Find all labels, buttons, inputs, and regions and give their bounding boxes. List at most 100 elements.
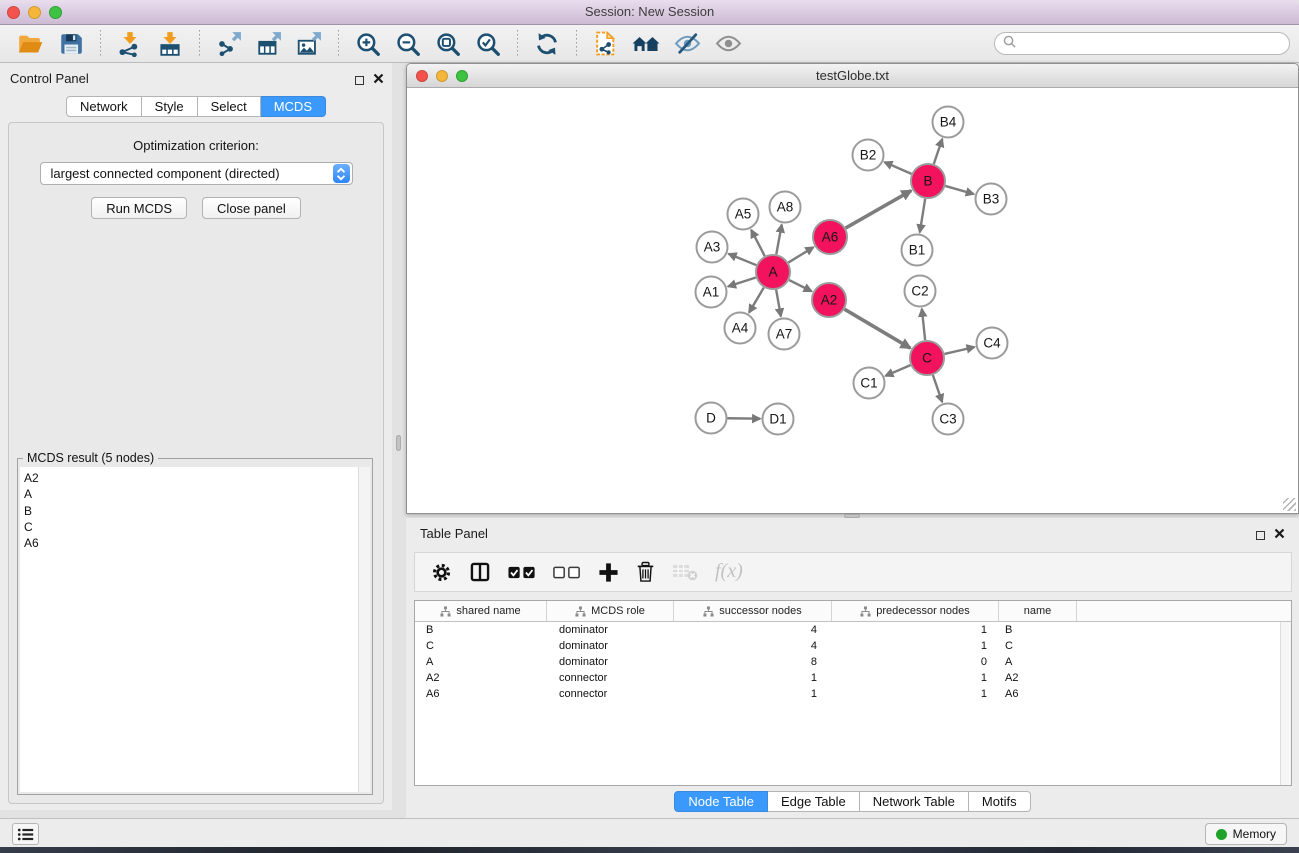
vertical-splitter[interactable]: [392, 63, 406, 818]
mcds-result-item[interactable]: A6: [24, 535, 358, 551]
unselect-all-columns-button[interactable]: [553, 565, 581, 580]
export-image-button[interactable]: [289, 29, 329, 59]
open-session-button[interactable]: [10, 30, 51, 58]
graph-edge-B-B1[interactable]: [920, 199, 925, 233]
graph-edge-A6-B[interactable]: [846, 191, 912, 228]
resize-grip-icon[interactable]: [1283, 498, 1296, 511]
apply-layout-button[interactable]: [527, 29, 567, 59]
search-field[interactable]: [994, 32, 1290, 55]
graph-node-D[interactable]: D: [696, 403, 727, 434]
criterion-select[interactable]: largest connected component (directed): [40, 162, 353, 185]
create-column-button[interactable]: [598, 562, 619, 583]
mcds-result-list[interactable]: A2ABCA6: [20, 467, 358, 792]
graph-node-A7[interactable]: A7: [769, 319, 800, 350]
zoom-in-button[interactable]: [348, 29, 388, 59]
graph-edge-B-B2[interactable]: [884, 162, 911, 174]
table-row[interactable]: A6connector11A6: [415, 686, 1291, 702]
graph-node-B3[interactable]: B3: [976, 184, 1007, 215]
select-all-columns-button[interactable]: [508, 565, 536, 580]
column-header-shared-name[interactable]: shared name: [415, 601, 547, 621]
graph-edge-C-C3[interactable]: [933, 375, 942, 402]
column-header-name[interactable]: name: [999, 601, 1077, 621]
network-window-titlebar[interactable]: testGlobe.txt: [407, 64, 1298, 88]
tab-style[interactable]: Style: [142, 96, 198, 117]
graph-node-C3[interactable]: C3: [933, 404, 964, 435]
tab-edge-table[interactable]: Edge Table: [768, 791, 860, 812]
table-row[interactable]: A2connector11A2: [415, 670, 1291, 686]
graph-edge-B-B4[interactable]: [934, 139, 943, 164]
float-table-panel-icon[interactable]: [1256, 531, 1265, 540]
graph-node-A5[interactable]: A5: [728, 199, 759, 230]
export-table-button[interactable]: [249, 29, 289, 59]
graph-node-A1[interactable]: A1: [696, 277, 727, 308]
graph-edge-A-A2[interactable]: [789, 280, 812, 291]
table-row[interactable]: Cdominator41C: [415, 638, 1291, 654]
graph-edge-C-C2[interactable]: [922, 309, 925, 340]
table-scrollbar[interactable]: [1280, 622, 1291, 785]
tab-node-table[interactable]: Node Table: [674, 791, 768, 812]
first-neighbors-button[interactable]: [625, 30, 667, 58]
close-panel-icon[interactable]: [373, 71, 384, 89]
graph-node-A3[interactable]: A3: [697, 232, 728, 263]
tab-motifs[interactable]: Motifs: [969, 791, 1031, 812]
network-canvas[interactable]: B4 B2 B B3 A8 A5 A6 A3 B1 A A1 C2 A2 A4 A7 C4 C C1 C3 D D1: [407, 89, 1298, 513]
graph-node-B1[interactable]: B1: [902, 235, 933, 266]
column-header-MCDS-role[interactable]: MCDS role: [547, 601, 674, 621]
show-column-panel-button[interactable]: [469, 561, 491, 583]
graph-edge-C-C4[interactable]: [945, 347, 975, 354]
graph-node-B[interactable]: B: [911, 164, 945, 198]
graph-node-A4[interactable]: A4: [725, 313, 756, 344]
function-builder-button[interactable]: f(x): [715, 571, 743, 573]
graph-node-A[interactable]: A: [756, 255, 790, 289]
tab-network[interactable]: Network: [66, 96, 142, 117]
result-scrollbar[interactable]: [358, 467, 370, 792]
close-panel-button[interactable]: Close panel: [202, 197, 301, 219]
mcds-result-item[interactable]: C: [24, 519, 358, 535]
new-network-from-selection-button[interactable]: [586, 28, 625, 59]
tab-mcds[interactable]: MCDS: [261, 96, 326, 117]
graph-node-A6[interactable]: A6: [813, 220, 847, 254]
app-titlebar[interactable]: Session: New Session: [0, 0, 1299, 25]
mcds-result-item[interactable]: A2: [24, 470, 358, 486]
graph-node-C[interactable]: C: [910, 341, 944, 375]
column-header-predecessor-nodes[interactable]: predecessor nodes: [832, 601, 999, 621]
graph-edge-A-A5[interactable]: [751, 230, 765, 256]
zoom-out-button[interactable]: [388, 29, 428, 59]
graph-node-D1[interactable]: D1: [763, 404, 794, 435]
node-table[interactable]: shared nameMCDS rolesuccessor nodesprede…: [414, 600, 1292, 786]
graph-node-B4[interactable]: B4: [933, 107, 964, 138]
graph-node-C2[interactable]: C2: [905, 276, 936, 307]
hide-selected-button[interactable]: [667, 30, 708, 57]
mcds-result-item[interactable]: B: [24, 503, 358, 519]
tab-network-table[interactable]: Network Table: [860, 791, 969, 812]
delete-table-button[interactable]: [672, 562, 698, 582]
graph-edge-C-C1[interactable]: [885, 365, 910, 376]
table-row[interactable]: Bdominator41B: [415, 622, 1291, 638]
close-table-panel-icon[interactable]: [1274, 526, 1285, 544]
task-history-button[interactable]: [12, 823, 39, 845]
graph-node-B2[interactable]: B2: [853, 140, 884, 171]
table-settings-button[interactable]: [431, 562, 452, 583]
show-all-button[interactable]: [708, 30, 749, 57]
graph-edge-A-A7[interactable]: [776, 290, 781, 317]
import-table-button[interactable]: [150, 29, 190, 59]
table-row[interactable]: Adominator80A: [415, 654, 1291, 670]
save-session-button[interactable]: [51, 29, 91, 59]
graph-edge-A-A8[interactable]: [776, 225, 782, 255]
graph-edge-B-B3[interactable]: [945, 186, 974, 194]
column-header-successor-nodes[interactable]: successor nodes: [674, 601, 832, 621]
run-mcds-button[interactable]: Run MCDS: [91, 197, 187, 219]
graph-node-C4[interactable]: C4: [977, 328, 1008, 359]
mcds-result-item[interactable]: A: [24, 486, 358, 502]
graph-edge-A-A1[interactable]: [728, 278, 756, 287]
graph-edge-A-A6[interactable]: [788, 247, 813, 262]
float-panel-icon[interactable]: [355, 76, 364, 85]
tab-select[interactable]: Select: [198, 96, 261, 117]
graph-edge-A-A4[interactable]: [749, 288, 764, 313]
graph-node-A8[interactable]: A8: [770, 192, 801, 223]
graph-edge-A-A3[interactable]: [728, 254, 756, 265]
graph-node-A2[interactable]: A2: [812, 283, 846, 317]
zoom-selected-button[interactable]: [468, 29, 508, 59]
graph-node-C1[interactable]: C1: [854, 368, 885, 399]
zoom-fit-button[interactable]: [428, 29, 468, 59]
